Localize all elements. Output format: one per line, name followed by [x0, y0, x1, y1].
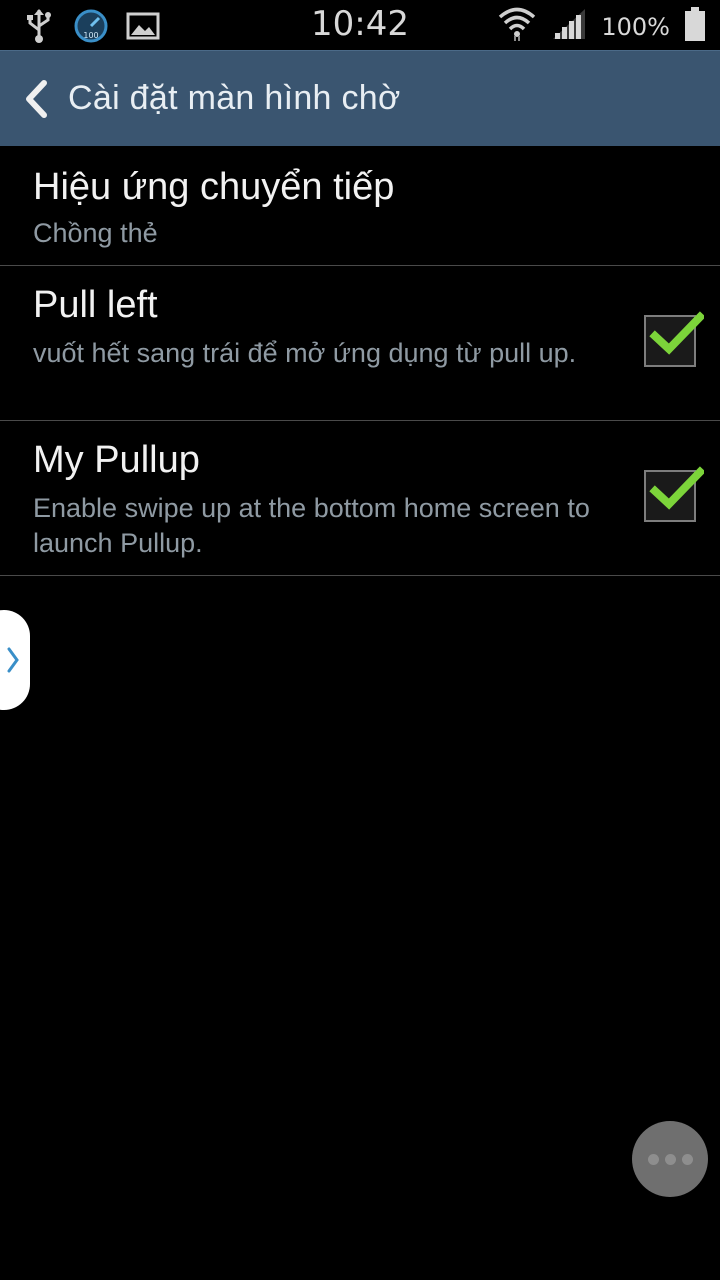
side-panel-handle[interactable] [0, 610, 30, 710]
setting-subtitle: Enable swipe up at the bottom home scree… [33, 493, 590, 558]
my-pullup-checkbox[interactable] [644, 466, 704, 522]
more-dot [681, 1153, 693, 1165]
more-dots-icon [647, 1153, 659, 1165]
setting-subtitle: Chồng thẻ [33, 218, 158, 248]
checkmark-icon [649, 311, 704, 355]
chevron-left-icon [26, 79, 47, 118]
chevron-right-icon [7, 647, 19, 673]
wifi-icon [497, 6, 537, 47]
page-title: Cài đặt màn hình chờ [68, 79, 401, 117]
setting-title: My Pullup [33, 439, 200, 481]
setting-my-pullup[interactable]: My Pullup Enable swipe up at the bottom … [0, 421, 720, 576]
action-bar: Cài đặt màn hình chờ [0, 50, 720, 146]
setting-subtitle: vuốt hết sang trái để mở ứng dụng từ pul… [33, 338, 577, 368]
status-bar: 100 10:42 100% [0, 0, 720, 50]
signal-icon [551, 7, 587, 46]
status-right-icons: 100% [497, 6, 706, 47]
battery-percent: 100% [601, 12, 670, 41]
battery-icon [684, 6, 706, 47]
setting-transition-effect[interactable]: Hiệu ứng chuyển tiếp Chồng thẻ [0, 146, 720, 266]
back-button[interactable] [6, 51, 66, 147]
setting-title: Hiệu ứng chuyển tiếp [33, 166, 395, 208]
setting-title: Pull left [33, 284, 158, 326]
setting-pull-left[interactable]: Pull left vuốt hết sang trái để mở ứng d… [0, 266, 720, 421]
more-options-button[interactable] [632, 1121, 708, 1197]
settings-list: Hiệu ứng chuyển tiếp Chồng thẻ Pull left… [0, 146, 720, 576]
more-dot [664, 1153, 676, 1165]
checkmark-icon [649, 466, 704, 510]
pull-left-checkbox[interactable] [644, 311, 704, 367]
